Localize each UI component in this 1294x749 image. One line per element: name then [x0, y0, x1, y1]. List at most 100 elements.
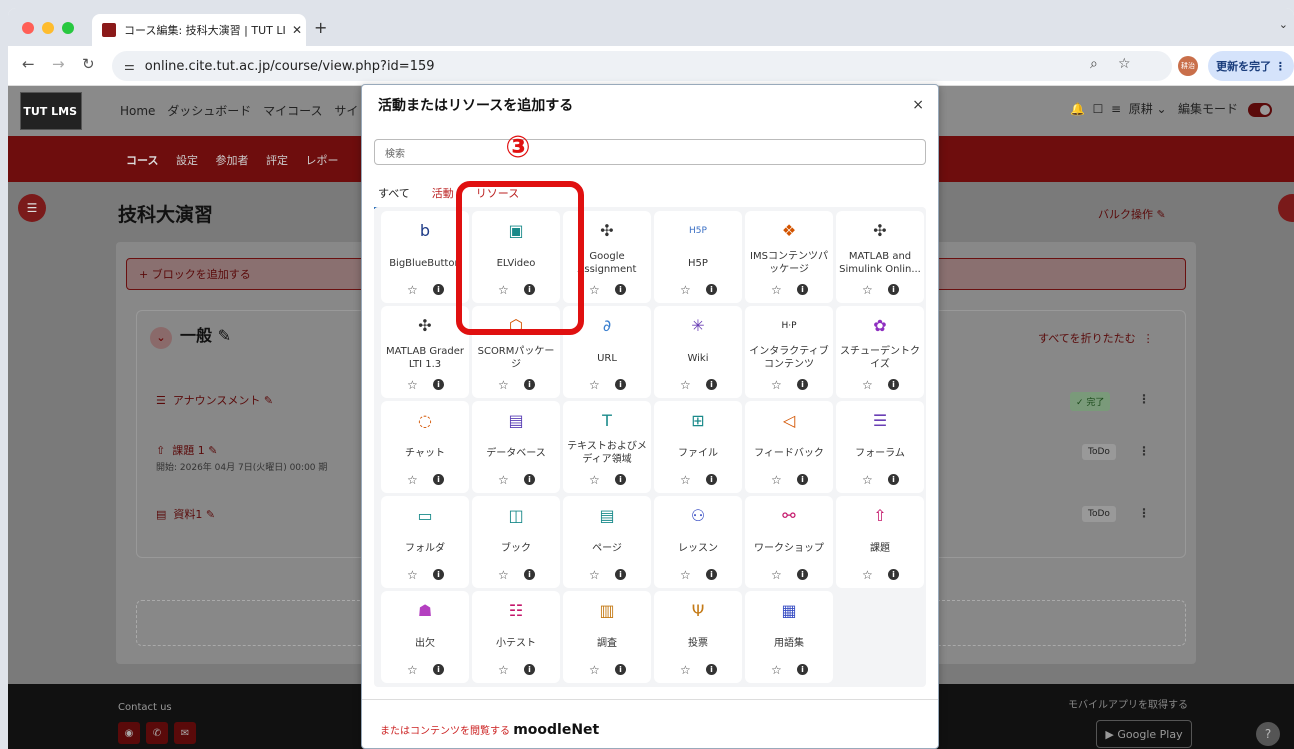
block-drawer-toggle[interactable]: [1278, 194, 1294, 222]
globe-icon[interactable]: ◉: [118, 722, 140, 744]
star-icon[interactable]: ☆: [862, 283, 873, 297]
info-icon[interactable]: i: [706, 569, 717, 580]
site-logo[interactable]: TUT LMS: [20, 92, 82, 130]
star-icon[interactable]: ☆: [589, 378, 600, 392]
activity-card[interactable]: H5P H5P ☆ i: [654, 211, 742, 303]
star-icon[interactable]: ☆: [680, 473, 691, 487]
info-icon[interactable]: i: [797, 664, 808, 675]
course-nav-grades[interactable]: 評定: [266, 154, 288, 167]
activity-menu-icon[interactable]: ⋮: [1138, 444, 1150, 458]
phone-icon[interactable]: ✆: [146, 722, 168, 744]
info-icon[interactable]: i: [433, 284, 444, 295]
activity-menu-icon[interactable]: ⋮: [1138, 506, 1150, 520]
bookmark-star-icon[interactable]: ☆: [1118, 56, 1131, 72]
update-button[interactable]: 更新を完了 ⋮: [1208, 51, 1294, 81]
star-icon[interactable]: ☆: [771, 663, 782, 677]
info-icon[interactable]: i: [888, 284, 899, 295]
info-icon[interactable]: i: [706, 664, 717, 675]
completion-badge[interactable]: ✓ 完了: [1070, 392, 1111, 411]
profile-avatar[interactable]: 耕治: [1178, 56, 1198, 76]
activity-card[interactable]: ✣ MATLAB and Simulink Onlin... ☆ i: [836, 211, 924, 303]
star-icon[interactable]: ☆: [407, 283, 418, 297]
course-nav-reports[interactable]: レポー: [305, 154, 338, 167]
star-icon[interactable]: ☆: [589, 283, 600, 297]
star-icon[interactable]: ☆: [862, 568, 873, 582]
activity-card[interactable]: ✿ スチューデントクイズ ☆ i: [836, 306, 924, 398]
star-icon[interactable]: ☆: [771, 568, 782, 582]
activity-card[interactable]: ⚇ レッスン ☆ i: [654, 496, 742, 588]
star-icon[interactable]: ☆: [498, 378, 509, 392]
star-icon[interactable]: ☆: [498, 568, 509, 582]
info-icon[interactable]: i: [615, 284, 626, 295]
info-icon[interactable]: i: [888, 474, 899, 485]
activity-card[interactable]: ▦ 用語集 ☆ i: [745, 591, 833, 683]
activity-resource[interactable]: ▤ 資料1 ✎: [156, 506, 215, 522]
activity-card[interactable]: ▭ フォルダ ☆ i: [381, 496, 469, 588]
help-icon[interactable]: ?: [1256, 722, 1280, 746]
search-input[interactable]: 検索: [374, 139, 926, 165]
info-icon[interactable]: i: [524, 379, 535, 390]
activity-card[interactable]: ⚯ ワークショップ ☆ i: [745, 496, 833, 588]
edit-mode-toggle[interactable]: [1247, 102, 1272, 117]
info-icon[interactable]: i: [706, 284, 717, 295]
info-icon[interactable]: i: [615, 474, 626, 485]
info-icon[interactable]: i: [888, 379, 899, 390]
star-icon[interactable]: ☆: [680, 663, 691, 677]
star-icon[interactable]: ☆: [589, 663, 600, 677]
nav-dashboard[interactable]: ダッシュボード: [167, 104, 251, 118]
info-icon[interactable]: i: [797, 474, 808, 485]
info-icon[interactable]: i: [888, 569, 899, 580]
minimize-window-button[interactable]: [42, 22, 54, 34]
nav-home[interactable]: Home: [120, 104, 155, 118]
info-icon[interactable]: i: [797, 284, 808, 295]
activity-card[interactable]: ◌ チャット ☆ i: [381, 401, 469, 493]
activity-card[interactable]: ☰ フォーラム ☆ i: [836, 401, 924, 493]
star-icon[interactable]: ☆: [862, 473, 873, 487]
star-icon[interactable]: ☆: [680, 568, 691, 582]
address-bar[interactable]: ⚌ online.cite.tut.ac.jp/course/view.php?…: [112, 51, 1172, 81]
moodlenet-link[interactable]: またはコンテンツを閲覧する moodleNet: [380, 722, 599, 738]
chevron-down-icon[interactable]: ⌄: [150, 327, 172, 349]
activity-announcement[interactable]: ☰ アナウンスメント ✎: [156, 392, 273, 408]
user-name[interactable]: 原耕: [1129, 102, 1153, 116]
course-nav-settings[interactable]: 設定: [176, 154, 198, 167]
reload-icon[interactable]: ↻: [82, 55, 95, 73]
star-icon[interactable]: ☆: [498, 663, 509, 677]
mail-icon[interactable]: ✉: [174, 722, 196, 744]
course-nav-course[interactable]: コース: [126, 154, 158, 167]
info-icon[interactable]: i: [433, 474, 444, 485]
star-icon[interactable]: ☆: [407, 378, 418, 392]
info-icon[interactable]: i: [615, 379, 626, 390]
info-icon[interactable]: i: [433, 664, 444, 675]
star-icon[interactable]: ☆: [589, 473, 600, 487]
activity-card[interactable]: H·P インタラクティブコンテンツ ☆ i: [745, 306, 833, 398]
activity-card[interactable]: ☗ 出欠 ☆ i: [381, 591, 469, 683]
info-icon[interactable]: i: [433, 379, 444, 390]
star-icon[interactable]: ☆: [407, 568, 418, 582]
activity-card[interactable]: Ψ 投票 ☆ i: [654, 591, 742, 683]
info-icon[interactable]: i: [433, 569, 444, 580]
info-icon[interactable]: i: [524, 664, 535, 675]
info-icon[interactable]: i: [797, 379, 808, 390]
star-icon[interactable]: ☆: [498, 473, 509, 487]
back-icon[interactable]: ←: [22, 55, 35, 73]
course-index-toggle-icon[interactable]: ☰: [18, 194, 46, 222]
browser-tab[interactable]: コース編集: 技科大演習 | TUT LI ✕: [92, 14, 306, 46]
notification-icon[interactable]: 🔔: [1070, 102, 1085, 116]
activity-card[interactable]: ☷ 小テスト ☆ i: [472, 591, 560, 683]
nav-my-courses[interactable]: マイコース: [263, 104, 322, 118]
todo-badge[interactable]: ToDo: [1082, 506, 1116, 522]
activity-card[interactable]: ◫ ブック ☆ i: [472, 496, 560, 588]
new-tab-icon[interactable]: +: [314, 18, 327, 37]
todo-badge[interactable]: ToDo: [1082, 444, 1116, 460]
tab-all[interactable]: すべて: [374, 183, 414, 209]
info-icon[interactable]: i: [615, 664, 626, 675]
activity-card[interactable]: ⇧ 課題 ☆ i: [836, 496, 924, 588]
course-nav-participants[interactable]: 参加者: [215, 154, 248, 167]
zoom-icon[interactable]: ⌕: [1090, 56, 1098, 72]
star-icon[interactable]: ☆: [680, 378, 691, 392]
maximize-window-button[interactable]: [62, 22, 74, 34]
star-icon[interactable]: ☆: [771, 473, 782, 487]
close-window-button[interactable]: [22, 22, 34, 34]
messages-icon[interactable]: ☐: [1093, 102, 1104, 116]
